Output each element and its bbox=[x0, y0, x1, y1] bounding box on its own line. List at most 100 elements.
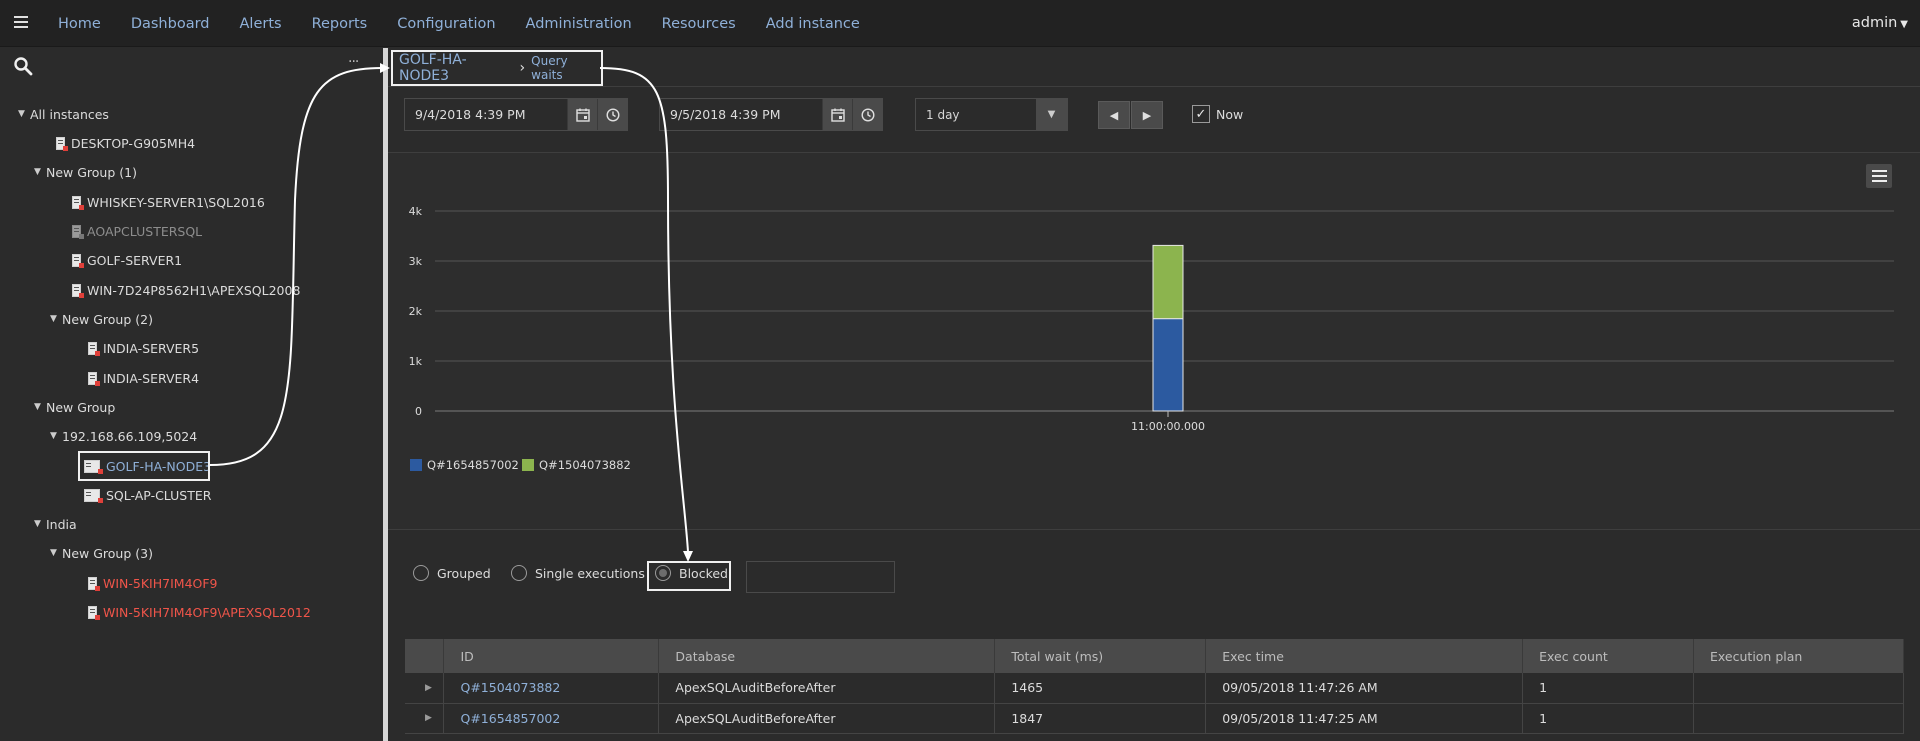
hamburger-menu-icon[interactable] bbox=[14, 16, 28, 28]
collapse-triangle-icon[interactable]: ▼ bbox=[50, 548, 62, 558]
table-row: ▶ Q#1504073882 ApexSQLAuditBeforeAfter 1… bbox=[405, 673, 1904, 704]
y-tick-label: 4k bbox=[409, 205, 423, 218]
period-dropdown[interactable]: 1 day ▼ bbox=[915, 98, 1068, 131]
radio-label: Grouped bbox=[437, 565, 491, 581]
query-waits-table: ID Database Total wait (ms) Exec time Ex… bbox=[405, 639, 1904, 734]
breadcrumb-instance-link[interactable]: GOLF-HA-NODE3 bbox=[399, 52, 514, 84]
tree-node-server[interactable]: GOLF-SERVER1 bbox=[72, 250, 182, 270]
tree-node-label: WIN-7D24P8562H1\APEXSQL2008 bbox=[87, 282, 301, 298]
calendar-button[interactable] bbox=[822, 99, 852, 130]
start-date-picker bbox=[404, 98, 628, 131]
tree-node-label: New Group (1) bbox=[46, 164, 137, 180]
filter-input[interactable] bbox=[746, 561, 895, 593]
x-tick-label: 11:00:00.000 bbox=[1131, 420, 1205, 433]
tree-node-label: New Group (2) bbox=[62, 311, 153, 327]
tree-node-server[interactable]: AOAPCLUSTERSQL bbox=[72, 221, 202, 241]
calendar-button[interactable] bbox=[567, 99, 597, 130]
legend-swatch bbox=[410, 459, 422, 471]
radio-grouped[interactable]: Grouped bbox=[413, 565, 491, 581]
previous-period-button[interactable]: ◀ bbox=[1098, 101, 1130, 129]
query-id-link[interactable]: Q#1654857002 bbox=[443, 703, 660, 734]
chevron-right-icon: ▶ bbox=[1142, 108, 1152, 122]
tree-node-server[interactable]: DESKTOP-G905MH4 bbox=[56, 133, 195, 153]
radio-single-executions[interactable]: Single executions bbox=[511, 565, 645, 581]
tree-node-label: New Group (3) bbox=[62, 545, 153, 561]
exec-time-cell: 09/05/2018 11:47:26 AM bbox=[1205, 673, 1524, 704]
tree-node-group[interactable]: ▼ New Group (1) bbox=[34, 162, 137, 182]
tree-node-group[interactable]: ▼ New Group bbox=[34, 397, 115, 417]
exec-count-cell: 1 bbox=[1522, 673, 1695, 704]
nav-alerts[interactable]: Alerts bbox=[240, 16, 282, 32]
user-menu[interactable]: admin ▼ bbox=[1852, 15, 1908, 31]
tree-node-label: GOLF-SERVER1 bbox=[87, 252, 183, 268]
expand-row-icon[interactable]: ▶ bbox=[405, 673, 445, 704]
column-header-total-wait[interactable]: Total wait (ms) bbox=[994, 639, 1207, 673]
server-icon bbox=[72, 283, 84, 298]
legend-swatch bbox=[522, 459, 534, 471]
tree-node-label: WIN-5KIH7IM4OF9 bbox=[103, 575, 218, 591]
total-wait-cell: 1465 bbox=[994, 673, 1207, 704]
end-date-input[interactable] bbox=[660, 99, 822, 130]
tree-node-server[interactable]: SQL-AP-CLUSTER bbox=[84, 485, 211, 505]
query-id-link[interactable]: Q#1504073882 bbox=[443, 673, 660, 704]
tree-node-label: 192.168.66.109,5024 bbox=[62, 428, 198, 444]
tree-node-server[interactable]: INDIA-SERVER5 bbox=[88, 338, 199, 358]
tree-node-group[interactable]: ▼ India bbox=[34, 514, 77, 534]
collapse-triangle-icon[interactable]: ▼ bbox=[34, 167, 46, 177]
column-header-exec-count[interactable]: Exec count bbox=[1522, 639, 1695, 673]
nav-administration[interactable]: Administration bbox=[526, 16, 632, 32]
radio-label: Blocked bbox=[679, 565, 728, 581]
tree-node-group[interactable]: ▼ New Group (3) bbox=[50, 543, 153, 563]
cluster-node-icon bbox=[84, 459, 103, 474]
collapse-triangle-icon[interactable]: ▼ bbox=[34, 402, 46, 412]
column-header-database[interactable]: Database bbox=[658, 639, 996, 673]
tree-node-server[interactable]: WIN-5KIH7IM4OF9 bbox=[88, 573, 218, 593]
collapse-triangle-icon[interactable]: ▼ bbox=[50, 431, 62, 441]
radio-label: Single executions bbox=[535, 565, 645, 581]
tree-node-label: INDIA-SERVER4 bbox=[103, 370, 200, 386]
search-icon[interactable] bbox=[13, 56, 33, 76]
tree-node-group[interactable]: ▼ New Group (2) bbox=[50, 309, 153, 329]
start-date-input[interactable] bbox=[405, 99, 567, 130]
time-button[interactable] bbox=[852, 99, 882, 130]
radio-circle bbox=[413, 565, 429, 581]
tree-node-label: WHISKEY-SERVER1\SQL2016 bbox=[87, 194, 265, 210]
nav-reports[interactable]: Reports bbox=[312, 16, 368, 32]
nav-home[interactable]: Home bbox=[58, 16, 101, 32]
radio-circle bbox=[655, 565, 671, 581]
tree-node-server[interactable]: WIN-7D24P8562H1\APEXSQL2008 bbox=[72, 280, 300, 300]
server-icon bbox=[88, 341, 100, 356]
nav-resources[interactable]: Resources bbox=[662, 16, 736, 32]
tree-node-server[interactable]: WIN-5KIH7IM4OF9\APEXSQL2012 bbox=[88, 602, 311, 622]
column-header-expand bbox=[405, 639, 445, 673]
column-header-id[interactable]: ID bbox=[443, 639, 660, 673]
tree-node-selected-instance[interactable]: GOLF-HA-NODE3 bbox=[84, 456, 211, 476]
nav-dashboard[interactable]: Dashboard bbox=[131, 16, 210, 32]
time-button[interactable] bbox=[597, 99, 627, 130]
server-icon bbox=[88, 605, 100, 620]
nav-add-instance[interactable]: Add instance bbox=[766, 16, 860, 32]
more-options-icon[interactable]: ··· bbox=[348, 54, 359, 70]
now-checkbox[interactable]: ✓ bbox=[1192, 105, 1210, 123]
chevron-left-icon: ◀ bbox=[1109, 108, 1119, 122]
tree-node-label: AOAPCLUSTERSQL bbox=[87, 223, 203, 239]
bar-segment bbox=[1152, 244, 1184, 320]
tree-node-server[interactable]: INDIA-SERVER4 bbox=[88, 368, 199, 388]
checkmark-icon: ✓ bbox=[1195, 106, 1207, 122]
column-header-execution-plan[interactable]: Execution plan bbox=[1693, 639, 1904, 673]
breadcrumb-page-link[interactable]: Query waits bbox=[531, 54, 601, 82]
next-period-button[interactable]: ▶ bbox=[1131, 101, 1163, 129]
chart-menu-button[interactable] bbox=[1866, 164, 1892, 188]
tree-node-group[interactable]: ▼ 192.168.66.109,5024 bbox=[50, 426, 197, 446]
database-cell: ApexSQLAuditBeforeAfter bbox=[658, 673, 996, 704]
column-header-exec-time[interactable]: Exec time bbox=[1205, 639, 1524, 673]
tree-node-server[interactable]: WHISKEY-SERVER1\SQL2016 bbox=[72, 192, 265, 212]
radio-blocked[interactable]: Blocked bbox=[655, 565, 728, 581]
nav-configuration[interactable]: Configuration bbox=[397, 16, 495, 32]
collapse-triangle-icon[interactable]: ▼ bbox=[18, 109, 30, 119]
main-panel: GOLF-HA-NODE3 › Query waits 1 day ▼ ◀ ▶ … bbox=[388, 48, 1920, 741]
collapse-triangle-icon[interactable]: ▼ bbox=[34, 519, 46, 529]
collapse-triangle-icon[interactable]: ▼ bbox=[50, 314, 62, 324]
tree-node-all-instances[interactable]: ▼ All instances bbox=[18, 104, 109, 124]
expand-row-icon[interactable]: ▶ bbox=[405, 703, 445, 734]
